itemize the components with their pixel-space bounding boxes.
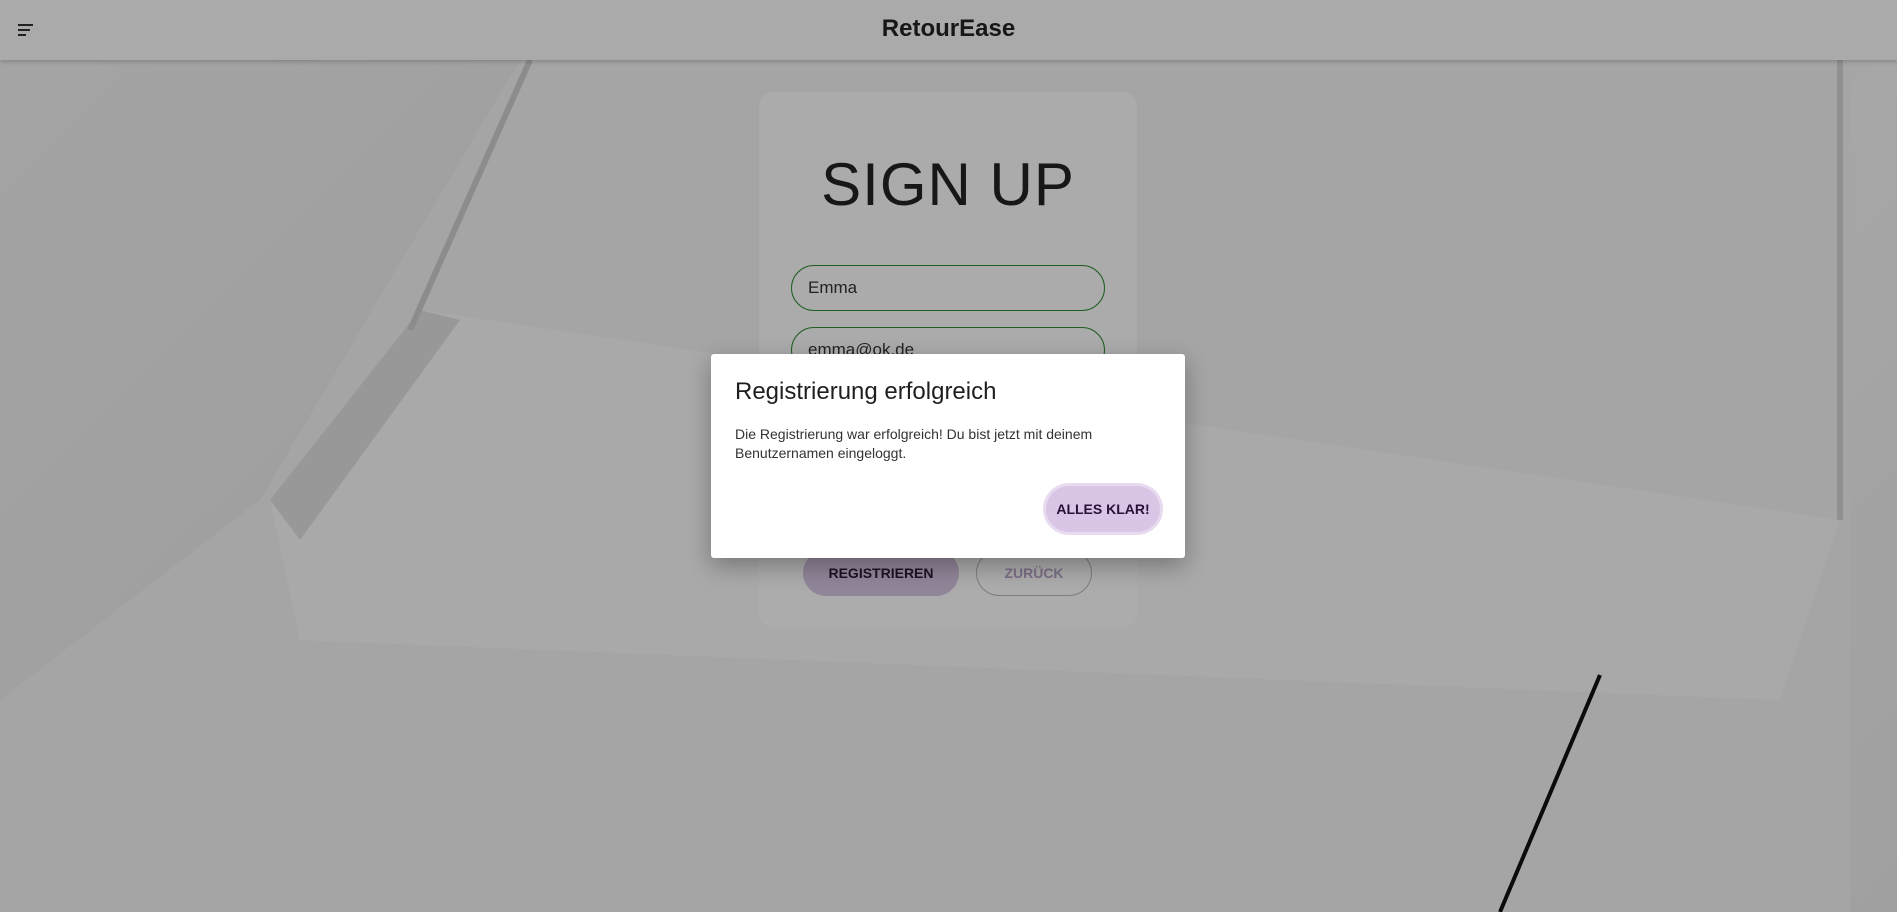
- dialog-message: Die Registrierung war erfolgreich! Du bi…: [735, 426, 1093, 461]
- dialog-title: Registrierung erfolgreich: [735, 378, 997, 405]
- confirm-button[interactable]: ALLES KLAR!: [1046, 486, 1160, 532]
- success-dialog: Registrierung erfolgreich Die Registrier…: [711, 354, 1185, 558]
